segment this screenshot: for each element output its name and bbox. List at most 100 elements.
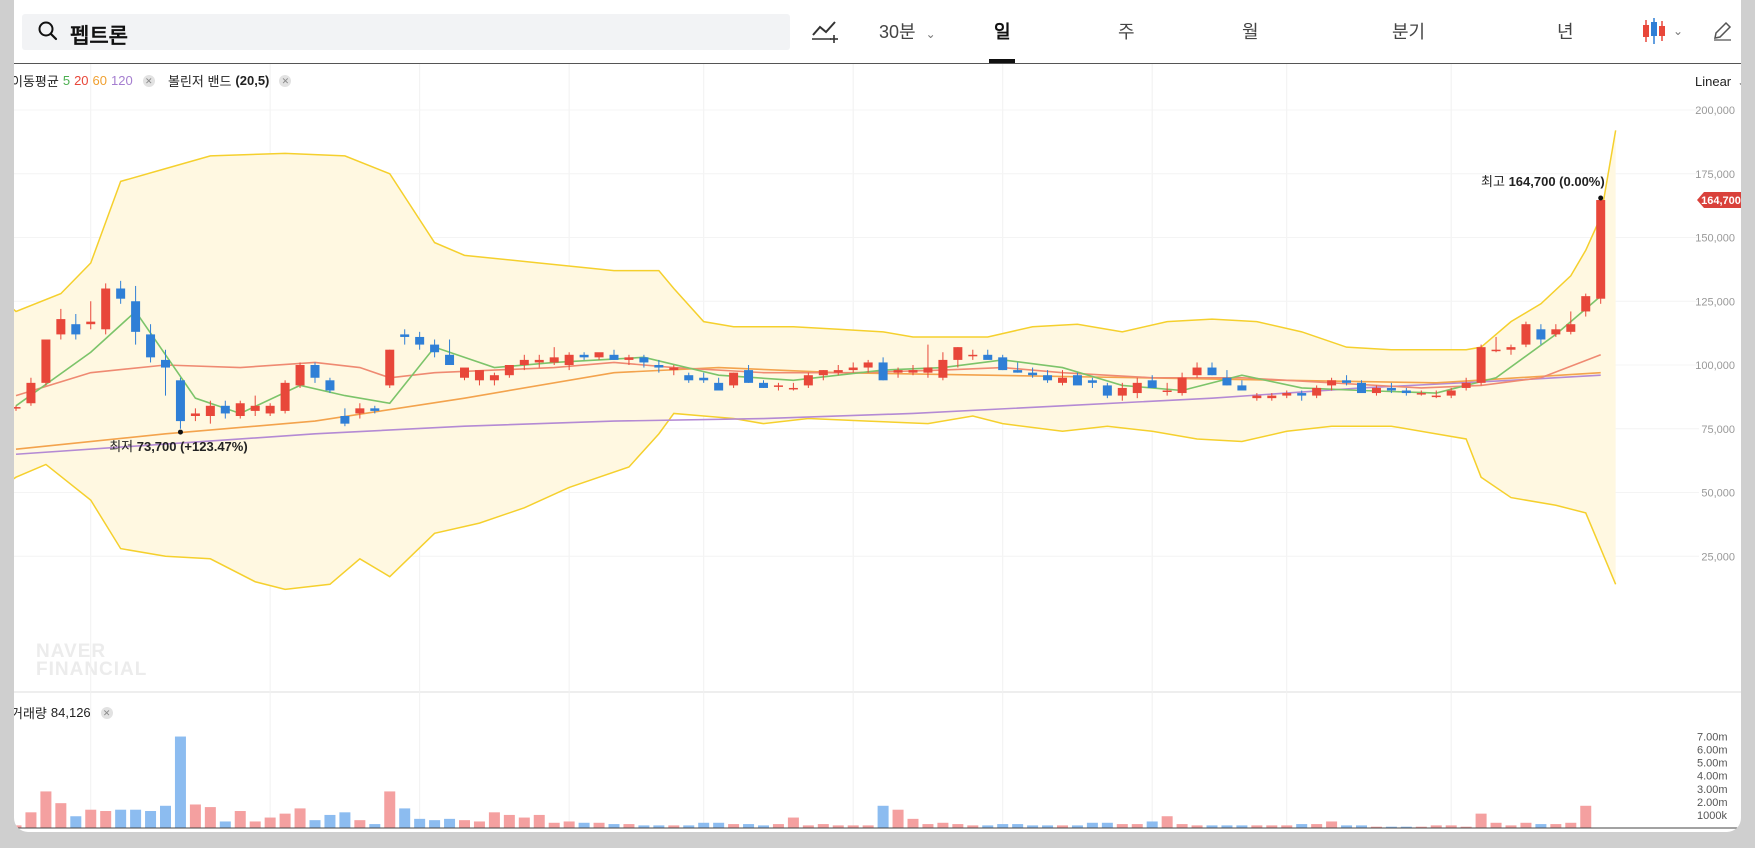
volume-bar [130, 809, 142, 828]
candle-body [1013, 370, 1023, 373]
volume-bar [1012, 824, 1024, 828]
volume-bar [70, 816, 82, 828]
volume-bar [160, 805, 171, 828]
candle-body [848, 367, 858, 371]
volume-bar [608, 824, 620, 828]
candle-body [1147, 380, 1157, 388]
volume-bar [787, 817, 799, 828]
candle-body [998, 357, 1008, 371]
candle-body [968, 354, 978, 357]
candle-body [953, 347, 963, 360]
high-value: 164,700 (0.00%) [1509, 174, 1605, 189]
candle-body [146, 334, 156, 358]
volume-bar [174, 736, 186, 828]
volume-bar [892, 809, 904, 828]
candle-body [534, 359, 544, 363]
volume-bar [429, 820, 441, 828]
volume-bar [1131, 824, 1143, 828]
volume-bar [623, 824, 635, 828]
candle-body [983, 354, 993, 360]
volume-bar [234, 811, 246, 828]
candle-body [400, 334, 410, 337]
volume-bar [324, 814, 336, 828]
candle-body [1416, 393, 1426, 395]
candle-body [833, 370, 843, 373]
candle-body [474, 370, 484, 381]
bollinger-band-fill [14, 130, 1616, 590]
volume-bar [444, 818, 456, 828]
volume-bar [1176, 824, 1188, 828]
candle-body [1117, 387, 1127, 396]
candle-body [773, 385, 783, 387]
candle [280, 380, 290, 414]
current-price-tag: 164,700 [1697, 192, 1741, 209]
candle-body [504, 365, 514, 376]
candle-body [1357, 382, 1366, 394]
volume-bar [1580, 805, 1592, 828]
candle-body [863, 362, 873, 368]
candle-body [878, 362, 888, 381]
candle-body [1282, 393, 1292, 396]
volume-bar [1326, 821, 1338, 828]
candle-body [310, 365, 320, 378]
candle [41, 339, 51, 386]
candle [295, 362, 305, 388]
candle-body [1312, 387, 1322, 396]
volume-bar [937, 822, 949, 828]
candle-body [56, 319, 66, 335]
candle-body [519, 359, 529, 365]
price-chart[interactable]: 200,000 175,000 150,000 125,000 100,000 75,00… [14, 0, 1741, 832]
candle-body [1207, 367, 1217, 376]
candle-body [1297, 393, 1307, 396]
y-tick-label: 50,000 [1701, 488, 1735, 500]
candle-body [1596, 200, 1606, 299]
high-annotation: 최고 164,700 (0.00%) [1481, 174, 1605, 189]
volume-tick-label: 3.00m [1697, 784, 1728, 796]
volume-bar [1161, 816, 1173, 828]
volume-bar [414, 818, 426, 828]
low-label: 최저 [109, 439, 137, 454]
volume-bar [279, 813, 291, 828]
volume-bar [40, 791, 52, 828]
candle-body [71, 324, 81, 335]
candle-body [1327, 380, 1337, 386]
candle [101, 283, 111, 335]
candle-body [430, 344, 440, 353]
candle-body [1386, 387, 1396, 391]
candle-body [1521, 324, 1531, 345]
candle-body [220, 405, 230, 414]
candle-body [340, 416, 350, 424]
candle-body [1506, 347, 1516, 350]
volume-bar [1550, 824, 1562, 828]
candle-body [714, 382, 724, 391]
volume-bar [219, 821, 231, 828]
volume-bar [1535, 824, 1547, 828]
volume-bar [369, 824, 381, 828]
volume-bar [339, 812, 351, 828]
candle-body [729, 372, 739, 386]
volume-bar [713, 822, 725, 828]
candle-body [1446, 390, 1456, 396]
volume-bar [817, 824, 829, 828]
candle [1476, 344, 1486, 386]
candle-body [415, 336, 425, 345]
volume-bar [743, 824, 755, 828]
candle-body [460, 367, 469, 378]
volume-bar [1146, 821, 1158, 828]
volume-bar [459, 820, 470, 828]
y-tick-label: 150,000 [1695, 233, 1735, 245]
volume-bar [264, 817, 276, 828]
candle-body [1267, 395, 1277, 399]
candle-body [1028, 372, 1038, 376]
candle-body [549, 357, 559, 363]
candle-body [1132, 382, 1142, 394]
candle-body [1222, 377, 1232, 386]
candle-body [908, 370, 918, 373]
candle-body [759, 382, 768, 388]
candle-body [86, 321, 96, 325]
candle-body [1581, 296, 1591, 312]
candle-body [161, 359, 170, 368]
y-tick-label: 125,000 [1695, 296, 1735, 308]
candle-body [355, 408, 365, 414]
volume-bar [503, 814, 515, 828]
